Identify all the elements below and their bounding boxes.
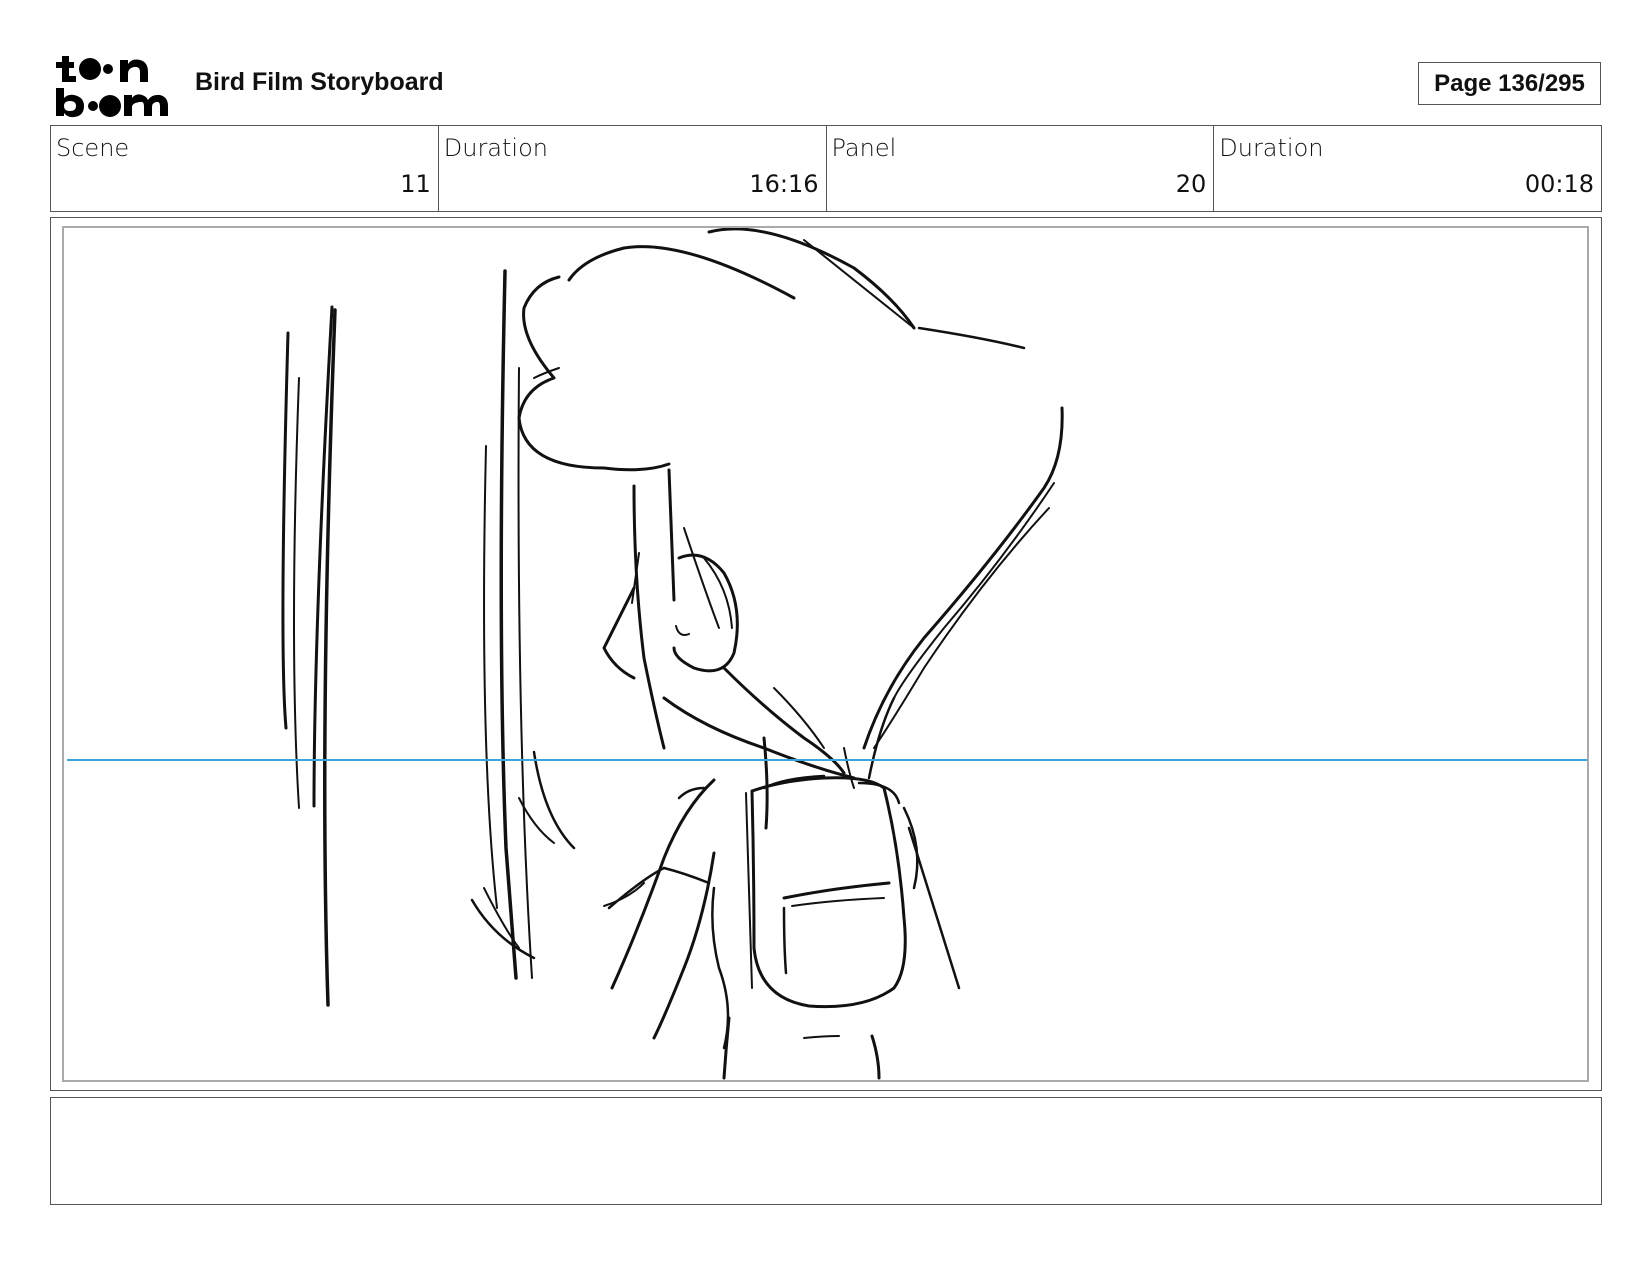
storyboard-panel-frame [50,217,1602,1091]
face-profile [602,586,636,680]
panel-duration-value: 00:18 [1524,170,1594,198]
body-outline [711,886,730,1050]
backpack [857,781,901,805]
speed-line [483,445,498,909]
body-outline [610,778,716,990]
speed-line [517,367,533,979]
toon-boom-logo [52,50,172,120]
neck-line [843,747,855,789]
page-indicator: Page 136/295 [1418,62,1601,105]
hair-sweep [873,507,1050,749]
arm-line [662,866,711,885]
panel-info-table: Scene 11 Duration 16:16 Panel 20 Duratio… [50,125,1602,212]
speed-line [312,305,334,808]
leg-line [870,1034,881,1080]
speed-line [293,377,300,809]
ground-mark [803,1035,840,1039]
horizon-guide-line [67,759,1587,761]
speed-line [483,887,520,949]
panel-label: Panel [831,134,897,162]
scene-duration-cell: Duration 16:16 [439,126,827,211]
panel-duration-cell: Duration 00:18 [1214,126,1601,211]
hair-outline [567,245,796,300]
scene-duration-value: 16:16 [749,170,819,198]
backpack-pocket [791,897,885,907]
hair-outline [917,326,1026,350]
panel-cell: Panel 20 [827,126,1215,211]
scene-value: 11 [400,170,431,198]
speed-line [499,269,518,980]
scene-duration-label: Duration [443,134,548,162]
hair-sweep [893,482,1055,699]
panel-value: 20 [1175,170,1207,198]
storyboard-panel-image [62,226,1589,1082]
scene-cell: Scene 11 [51,126,439,211]
speed-line [281,331,290,730]
document-title: Bird Film Storyboard [195,68,444,96]
face-profile [683,527,720,629]
hair-outline [707,228,916,330]
panel-duration-label: Duration [1219,134,1324,162]
speed-line [532,750,576,850]
face-profile [667,468,676,602]
neck-line [773,687,825,749]
face-profile [632,484,666,750]
body-outline [907,826,961,990]
hair-outline [803,239,915,329]
speed-line [470,898,536,960]
backpack-pocket [782,881,891,900]
panel-notes-box [50,1097,1602,1205]
scene-label: Scene [56,134,130,162]
ear [675,625,690,636]
backpack [750,776,907,1009]
panel-sketch [281,228,1064,1080]
backpack-strap [762,736,769,830]
backpack-pocket [782,906,788,975]
ear [672,553,739,673]
hair-outline [517,275,671,472]
backpack [745,792,753,989]
neck-line [662,696,856,780]
